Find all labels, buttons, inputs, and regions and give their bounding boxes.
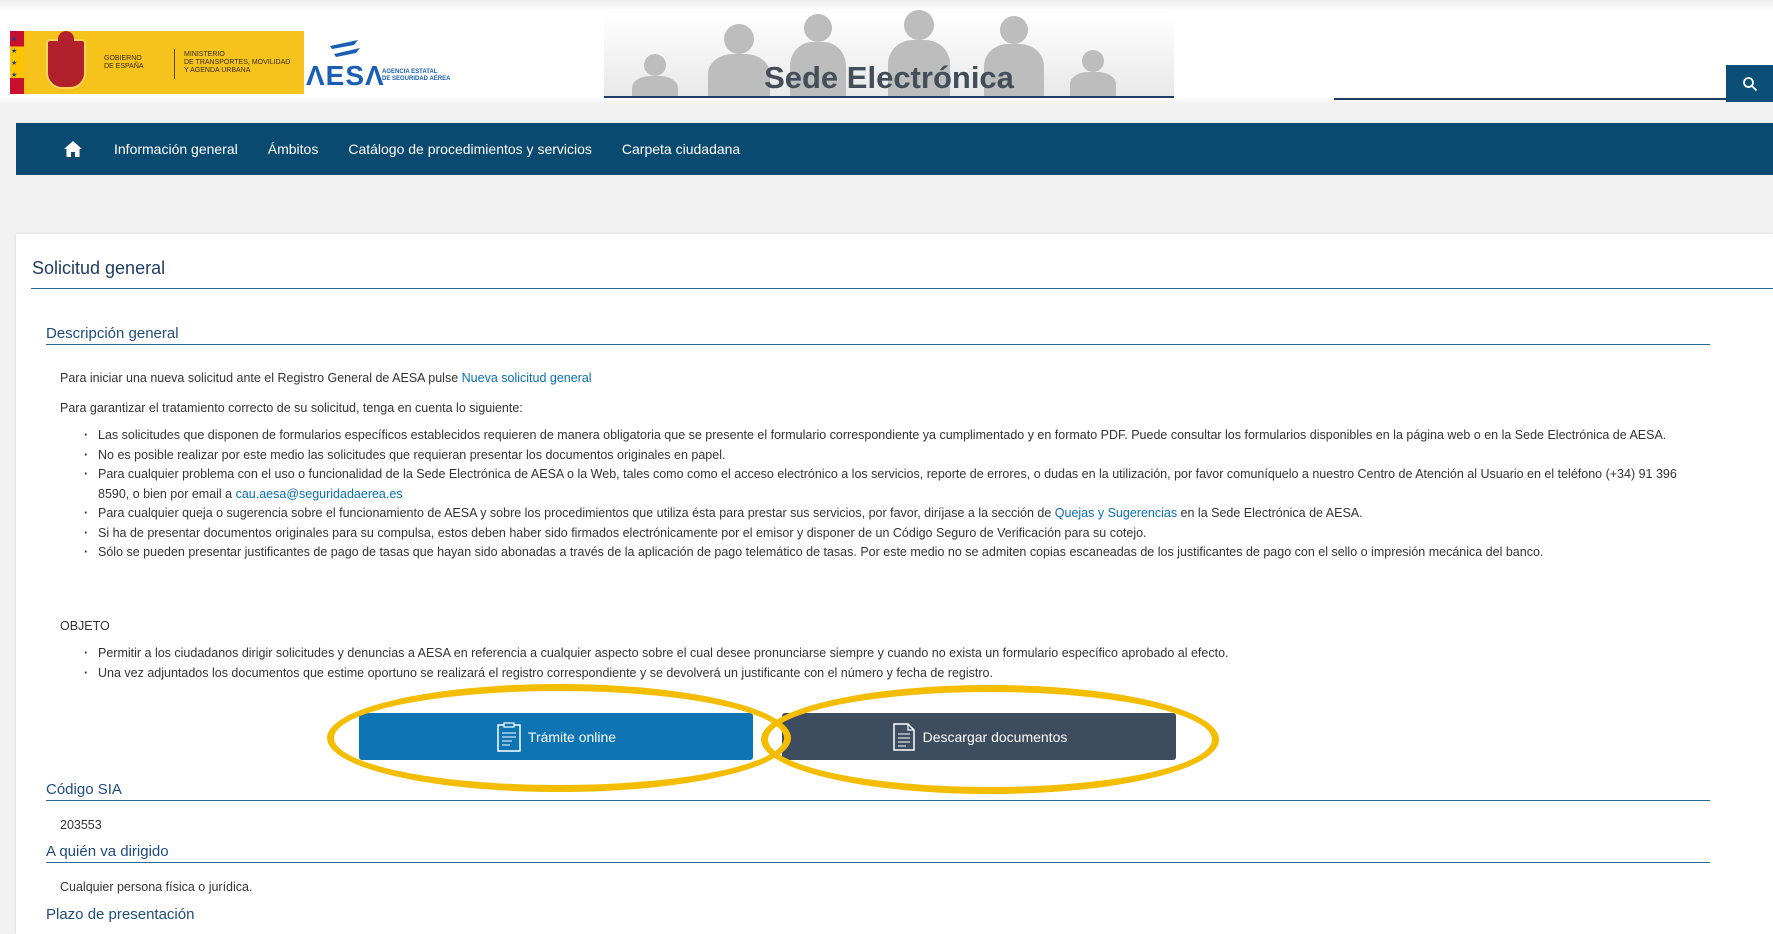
search-button[interactable] [1726,65,1773,102]
new-request-link[interactable]: Nueva solicitud general [462,371,592,385]
intro-paragraph: Para iniciar una nueva solicitud ante el… [60,371,592,385]
section-heading-codigo-sia: Código SIA [46,781,1710,801]
nav-item-ambitos[interactable]: Ámbitos [268,141,319,157]
complaints-link[interactable]: Quejas y Sugerencias [1055,506,1177,520]
nav-item-informacion-general[interactable]: Información general [114,141,238,157]
document-icon [891,722,917,752]
objeto-list: Permitir a los ciudadanos dirigir solici… [84,644,1704,683]
aesa-agency-text: AGENCIA ESTATAL DE SEGURIDAD AÉREA [382,69,451,82]
banner-person-icon [724,24,754,54]
list-item-text: en la Sede Electrónica de AESA. [1177,506,1363,520]
objeto-label: OBJETO [60,619,110,633]
banner-person-icon [804,14,832,42]
section-heading-plazo: Plazo de presentación [46,906,195,923]
list-item: Para cualquier problema con el uso o fun… [84,465,1704,504]
aesa-wings-icon [330,40,360,57]
list-item-text: Para cualquier queja o sugerencia sobre … [98,506,1055,520]
sede-electronica-banner[interactable]: Sede Electrónica [604,10,1174,98]
coat-of-arms-icon [46,31,86,89]
banner-person-icon [904,10,934,40]
tramite-online-button[interactable]: Trámite online [359,713,753,760]
list-item-text: Sólo se pueden presentar justificantes d… [98,545,1544,559]
a-quien-value: Cualquier persona física o jurídica. [60,880,253,894]
list-item-text: No es posible realizar por este medio la… [98,447,726,462]
site-header: ★ ★ ★ ★ GOBIERNO DE ESPAÑA MINISTERIO DE… [0,0,1773,104]
list-item-text: Las solicitudes que disponen de formular… [98,428,1667,442]
aesa-wordmark: ΛESΛ [306,60,385,91]
list-item-text: Una vez adjuntados los documentos que es… [98,665,993,680]
search-input[interactable] [1334,68,1726,100]
cau-email-link[interactable]: cau.aesa@seguridadaerea.es [236,487,403,501]
intro-paragraph-2: Para garantizar el tratamiento correcto … [60,401,523,415]
list-item-text: Permitir a los ciudadanos dirigir solici… [98,646,1229,660]
home-link[interactable] [58,134,88,164]
content-card: Solicitud general Descripción general Pa… [16,234,1773,934]
search-icon [1742,76,1757,91]
descargar-documentos-button[interactable]: Descargar documentos [782,713,1176,760]
page-title: Solicitud general [32,258,166,278]
section-heading-a-quien: A quién va dirigido [46,843,1710,863]
codigo-sia-value: 203553 [60,818,102,832]
list-item: Una vez adjuntados los documentos que es… [84,664,1704,684]
eu-flag-strip: ★ ★ ★ ★ [10,31,24,94]
logo-divider [174,49,175,79]
descargar-documentos-label: Descargar documentos [922,728,1068,745]
tramite-online-label: Trámite online [527,728,617,745]
banner-title: Sede Electrónica [764,60,1014,95]
form-icon [496,721,522,752]
aesa-logo[interactable]: ΛESΛ AGENCIA ESTATAL DE SEGURIDAD AÉREA [306,38,476,92]
list-item-text: Si ha de presentar documentos originales… [98,525,1147,540]
list-item: Permitir a los ciudadanos dirigir solici… [84,644,1704,664]
list-item: Si ha de presentar documentos originales… [84,524,1704,544]
requirements-list: Las solicitudes que disponen de formular… [84,426,1704,563]
government-text: GOBIERNO DE ESPAÑA [104,55,144,70]
title-divider [31,288,1773,289]
nav-item-carpeta-ciudadana[interactable]: Carpeta ciudadana [622,141,740,157]
list-item: No es posible realizar por este medio la… [84,446,1704,466]
section-heading-descripcion: Descripción general [46,325,1710,345]
main-navigation: Información general Ámbitos Catálogo de … [16,123,1773,175]
intro-text: Para iniciar una nueva solicitud ante el… [60,371,462,385]
home-icon [64,141,82,157]
government-logo[interactable]: ★ ★ ★ ★ GOBIERNO DE ESPAÑA MINISTERIO DE… [10,31,304,94]
banner-person-icon [1000,16,1028,44]
ministry-text: MINISTERIO DE TRANSPORTES, MOVILIDAD Y A… [184,51,291,74]
nav-item-catalogo[interactable]: Catálogo de procedimientos y servicios [348,141,592,157]
list-item: Para cualquier queja o sugerencia sobre … [84,504,1704,524]
list-item: Las solicitudes que disponen de formular… [84,426,1704,446]
list-item: Sólo se pueden presentar justificantes d… [84,543,1704,563]
